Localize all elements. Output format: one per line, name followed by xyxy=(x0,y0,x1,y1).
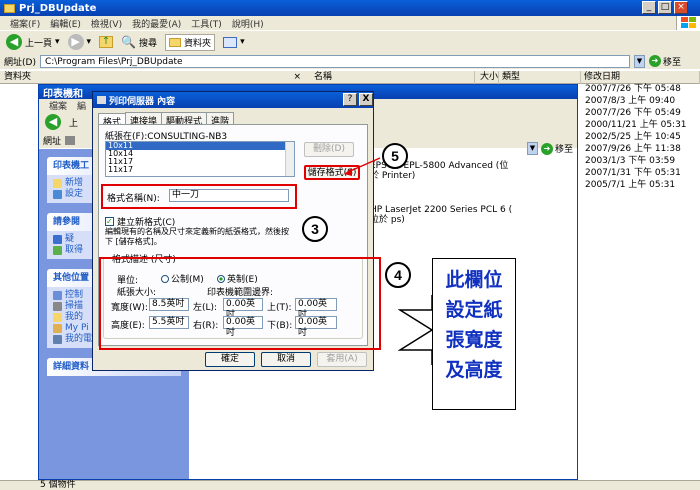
column-modified[interactable]: 修改日期 xyxy=(581,71,700,84)
address-dropdown[interactable]: ▼ xyxy=(633,54,645,68)
folder-icon xyxy=(53,313,62,322)
help-button[interactable]: ? xyxy=(343,93,357,106)
date-cell: 2005/7/1 上午 05:31 xyxy=(585,180,676,190)
go-arrow-icon: ➜ xyxy=(541,142,553,155)
column-size[interactable]: 大小 xyxy=(475,71,499,84)
menu-favorites[interactable]: 我的最愛(A) xyxy=(132,17,181,30)
step-4-marker: 4 xyxy=(385,262,411,288)
menu-view[interactable]: 檢視(V) xyxy=(91,17,122,30)
chevron-down-icon: ▾ xyxy=(240,37,245,47)
go-arrow-icon: ➜ xyxy=(648,55,661,67)
address-label: 網址(D) xyxy=(4,57,36,68)
callout-note: 此欄位 設定紙 張寬度 及高度 xyxy=(432,258,516,410)
menu-edit[interactable]: 編輯(E) xyxy=(50,17,81,30)
scanner-icon xyxy=(53,302,62,311)
step-5-marker: 5 xyxy=(382,143,408,169)
views-button[interactable]: ▾ xyxy=(223,36,245,48)
address-bar: 網址(D) C:\Program Files\Prj_DBUpdate ▼ ➜ 移… xyxy=(0,53,700,69)
printers-go-button[interactable]: ➜ 移至 xyxy=(541,142,573,155)
printers-address-dropdown[interactable]: ▼ xyxy=(527,142,538,155)
folder-icon xyxy=(4,3,15,13)
list-item[interactable]: 10x14 xyxy=(106,150,294,158)
column-type[interactable]: 類型 xyxy=(499,71,581,84)
size-fields-highlight xyxy=(99,257,381,350)
column-name[interactable]: 名稱 xyxy=(305,71,475,84)
status-text: 5 個物件 xyxy=(40,480,76,490)
column-header: 名稱 大小 類型 修改日期 xyxy=(305,71,700,84)
date-cell: 2007/1/31 下午 05:31 xyxy=(585,168,681,178)
window-controls: _ □ × xyxy=(642,1,688,14)
form-name-label: 格式名稱(N): xyxy=(107,194,160,204)
close-icon[interactable]: × xyxy=(293,71,301,83)
step-3-marker: 3 xyxy=(302,216,328,242)
callout-pointer xyxy=(398,295,434,365)
ok-button[interactable]: 確定 xyxy=(205,352,255,367)
form-description: 編輯現有的名稱及尺寸來定義新的紙張格式，然後按下 [儲存格式]。 xyxy=(105,227,289,246)
toolbar: ◀ 上一頁 ▾ ▶ ▾ ↑ 🔍 搜尋 資料夾 ▾ xyxy=(0,31,700,53)
dialog-titlebar: 列印伺服器 內容 xyxy=(93,92,373,108)
date-cell: 2000/11/21 上午 05:31 xyxy=(585,120,687,130)
chevron-down-icon: ▾ xyxy=(86,37,92,47)
up-folder-icon[interactable]: ↑ xyxy=(99,36,114,48)
date-cell: 2007/9/26 上午 11:38 xyxy=(585,144,681,154)
address-input[interactable]: C:\Program Files\Prj_DBUpdate xyxy=(39,54,630,68)
cancel-button[interactable]: 取消 xyxy=(261,352,311,367)
windows-logo xyxy=(676,16,700,30)
add-printer-icon xyxy=(53,179,62,188)
menu-file[interactable]: 檔案(F) xyxy=(10,17,40,30)
globe-icon xyxy=(53,246,62,255)
list-item[interactable]: 11x17 xyxy=(106,158,294,166)
list-item[interactable]: 10x11 xyxy=(106,142,294,150)
menu-tools[interactable]: 工具(T) xyxy=(191,17,222,30)
computer-icon xyxy=(53,335,62,344)
apply-button[interactable]: 套用(A) xyxy=(317,352,367,367)
forward-button[interactable]: ▶ ▾ xyxy=(67,34,92,50)
list-item[interactable]: 11x17 xyxy=(106,166,294,174)
search-icon: 🔍 xyxy=(121,35,137,49)
setup-icon xyxy=(53,190,62,199)
date-cell: 2003/1/3 下午 03:59 xyxy=(585,156,676,166)
form-name-field[interactable]: 中一刀 xyxy=(169,189,289,202)
dialog-close-button[interactable]: X xyxy=(359,93,373,106)
back-arrow-icon[interactable]: ◀ xyxy=(45,114,61,130)
search-button[interactable]: 🔍 搜尋 xyxy=(121,35,157,49)
dialog-title: 列印伺服器 內容 xyxy=(109,96,176,107)
window-title: Prj_DBUpdate xyxy=(19,2,97,14)
back-button[interactable]: ◀ 上一頁 ▾ xyxy=(6,34,60,50)
help-icon xyxy=(53,235,62,244)
folder-icon xyxy=(169,37,182,47)
date-cell: 2002/5/25 上午 10:45 xyxy=(585,132,681,142)
menu-help[interactable]: 說明(H) xyxy=(232,17,264,30)
back-arrow-icon: ◀ xyxy=(6,34,22,50)
close-button[interactable]: × xyxy=(674,1,688,14)
control-panel-icon xyxy=(53,291,62,300)
status-bar: 5 個物件 xyxy=(0,480,700,490)
folder-pane-header: 資料夾 × xyxy=(0,71,305,84)
folders-button[interactable]: 資料夾 xyxy=(165,33,216,51)
menu-edit[interactable]: 編 xyxy=(77,99,86,112)
go-button[interactable]: ➜ 移至 xyxy=(648,55,681,68)
views-icon xyxy=(223,36,238,48)
date-cell: 2007/7/26 下午 05:48 xyxy=(585,84,681,94)
printer-hp[interactable]: HP LaserJet 2200 Series PCL 6 ( 位於 ps) xyxy=(344,205,554,225)
date-cell: 2007/8/3 上午 09:40 xyxy=(585,96,676,106)
paper-list[interactable]: 10x11 10x14 11x17 11x17 xyxy=(105,141,295,177)
checkbox-icon: ✓ xyxy=(105,217,114,226)
printer-icon xyxy=(97,96,106,104)
date-cell: 2007/7/26 下午 05:49 xyxy=(585,108,681,118)
pictures-icon xyxy=(53,324,62,333)
menu-file[interactable]: 檔案 xyxy=(49,99,67,112)
forward-arrow-icon: ▶ xyxy=(67,34,84,50)
list-scrollbar[interactable] xyxy=(285,142,294,176)
explorer-titlebar: Prj_DBUpdate xyxy=(0,0,700,16)
printers-icon xyxy=(65,135,76,145)
folder-pane-title: 資料夾 xyxy=(4,72,32,82)
chevron-down-icon: ▾ xyxy=(55,37,60,47)
minimize-button[interactable]: _ xyxy=(642,1,656,14)
menu-bar: 檔案(F) 編輯(E) 檢視(V) 我的最愛(A) 工具(T) 說明(H) xyxy=(0,16,700,30)
maximize-button[interactable]: □ xyxy=(658,1,672,14)
